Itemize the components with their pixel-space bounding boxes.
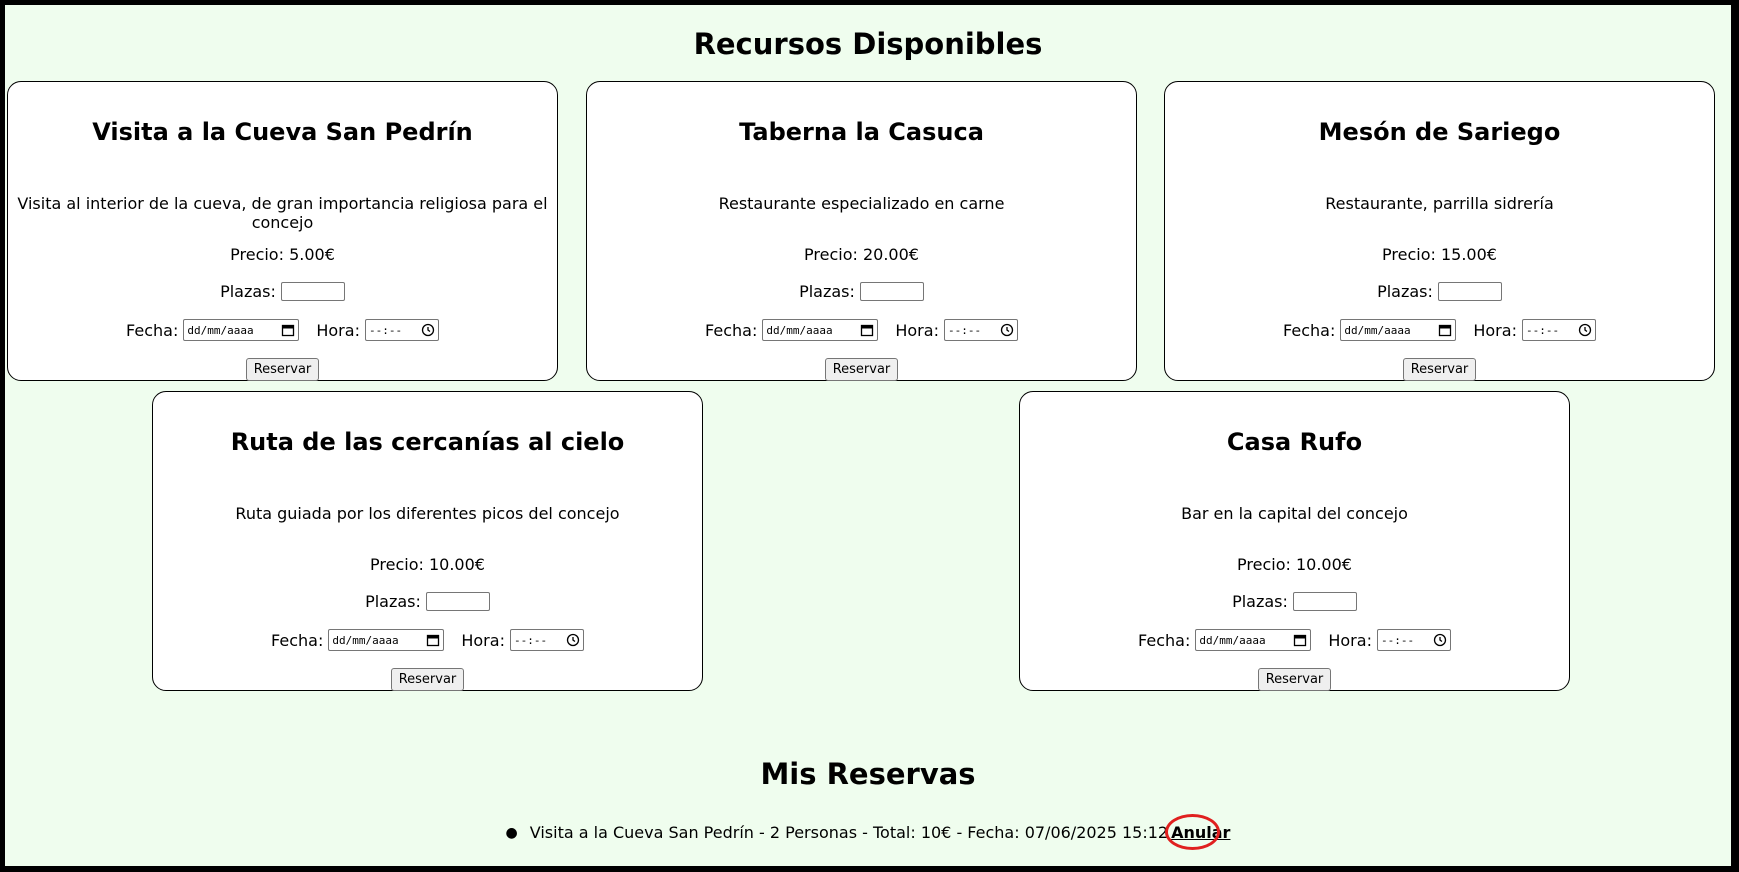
page-container: Recursos Disponibles Visita a la Cueva S… [5,5,1731,866]
resource-card: Ruta de las cercanías al cielo Ruta guia… [152,391,703,691]
resource-name: Casa Rufo [1226,428,1363,456]
plazas-input[interactable] [1292,591,1357,611]
reserve-button[interactable]: Reservar [1402,357,1477,381]
cancel-link[interactable]: Anular [1165,814,1230,850]
date-input[interactable]: dd/mm/aaaa [1195,629,1312,651]
resource-price: Precio: 20.00€ [804,245,919,264]
date-placeholder: dd/mm/aaaa [332,633,399,647]
reserve-button[interactable]: Reservar [390,667,465,691]
clock-icon[interactable] [566,633,580,647]
clock-icon[interactable] [1433,633,1447,647]
reserve-button[interactable]: Reservar [1257,667,1332,691]
fecha-label: Fecha: [126,320,179,340]
time-placeholder: --:-- [1525,323,1560,337]
date-input[interactable]: dd/mm/aaaa [183,319,300,341]
clock-icon[interactable] [421,323,435,337]
plazas-label: Plazas: [799,281,855,301]
clock-icon[interactable] [1578,323,1592,337]
time-input[interactable]: --:-- [1521,319,1596,341]
plazas-input[interactable] [425,591,490,611]
calendar-icon[interactable] [1438,323,1452,337]
reservation-text: Visita a la Cueva San Pedrín - 2 Persona… [529,823,1169,842]
resource-description: Restaurante especializado en carne [718,194,1005,213]
date-input[interactable]: dd/mm/aaaa [762,319,879,341]
time-input[interactable]: --:-- [364,319,439,341]
calendar-icon[interactable] [281,323,295,337]
plazas-input[interactable] [280,281,345,301]
resource-price: Precio: 5.00€ [230,245,335,264]
plazas-label: Plazas: [1377,281,1433,301]
reserve-button[interactable]: Reservar [824,357,899,381]
date-placeholder: dd/mm/aaaa [766,323,833,337]
plazas-label: Plazas: [220,281,276,301]
hora-label: Hora: [1473,320,1517,340]
plazas-input[interactable] [1437,281,1502,301]
plazas-label: Plazas: [365,591,421,611]
time-placeholder: --:-- [1380,633,1415,647]
resource-name: Ruta de las cercanías al cielo [230,428,625,456]
resource-price: Precio: 15.00€ [1382,245,1497,264]
date-placeholder: dd/mm/aaaa [1199,633,1266,647]
plazas-label: Plazas: [1232,591,1288,611]
resource-name: Taberna la Casuca [739,118,984,146]
reservations-title: Mis Reservas [760,757,976,791]
reservation-item: ● Visita a la Cueva San Pedrín - 2 Perso… [5,814,1731,850]
fecha-label: Fecha: [1283,320,1336,340]
resource-description: Ruta guiada por los diferentes picos del… [235,504,620,523]
fecha-label: Fecha: [1138,630,1191,650]
hora-label: Hora: [895,320,939,340]
date-input[interactable]: dd/mm/aaaa [328,629,445,651]
time-placeholder: --:-- [947,323,982,337]
hora-label: Hora: [461,630,505,650]
fecha-label: Fecha: [271,630,324,650]
calendar-icon[interactable] [860,323,874,337]
bullet-icon: ● [505,824,518,841]
time-placeholder: --:-- [513,633,548,647]
resource-description: Visita al interior de la cueva, de gran … [17,194,548,232]
calendar-icon[interactable] [1293,633,1307,647]
resource-card: Mesón de Sariego Restaurante, parrilla s… [1164,81,1715,381]
resource-card: Visita a la Cueva San Pedrín Visita al i… [7,81,558,381]
fecha-label: Fecha: [705,320,758,340]
plazas-input[interactable] [859,281,924,301]
resource-card: Taberna la Casuca Restaurante especializ… [586,81,1137,381]
time-input[interactable]: --:-- [943,319,1018,341]
resource-name: Mesón de Sariego [1318,118,1561,146]
resource-description: Bar en la capital del concejo [1181,504,1408,523]
highlight-circle [1165,814,1221,850]
reserve-button[interactable]: Reservar [245,357,320,381]
resource-price: Precio: 10.00€ [370,555,485,574]
time-placeholder: --:-- [368,323,403,337]
resource-description: Restaurante, parrilla sidrería [1325,194,1554,213]
time-input[interactable]: --:-- [1376,629,1451,651]
resource-card: Casa Rufo Bar en la capital del concejo … [1019,391,1570,691]
time-input[interactable]: --:-- [509,629,584,651]
date-placeholder: dd/mm/aaaa [187,323,254,337]
resource-name: Visita a la Cueva San Pedrín [92,118,473,146]
hora-label: Hora: [1328,630,1372,650]
calendar-icon[interactable] [426,633,440,647]
date-placeholder: dd/mm/aaaa [1344,323,1411,337]
page-title: Recursos Disponibles [693,27,1043,61]
date-input[interactable]: dd/mm/aaaa [1340,319,1457,341]
resource-price: Precio: 10.00€ [1237,555,1352,574]
clock-icon[interactable] [1000,323,1014,337]
hora-label: Hora: [316,320,360,340]
